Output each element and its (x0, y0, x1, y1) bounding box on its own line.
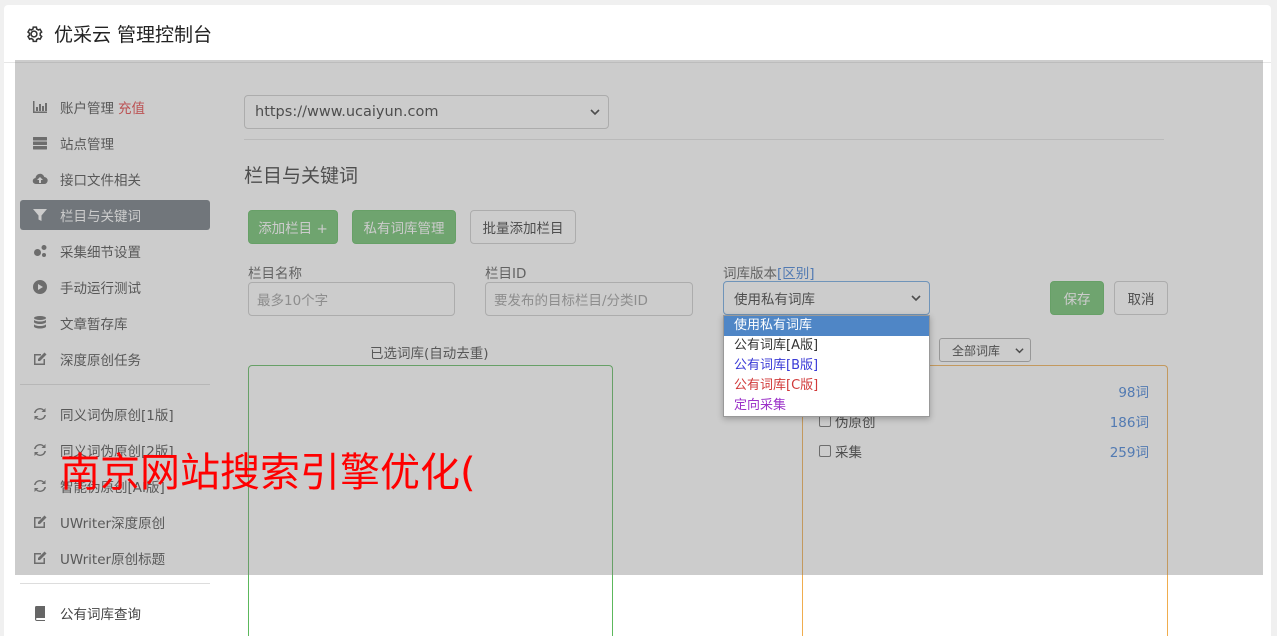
sidebar-item-public-lib[interactable]: 公有词库查询 (20, 598, 210, 628)
database-icon (32, 315, 48, 331)
play-circle-icon (32, 279, 48, 295)
sidebar-item-columns[interactable]: 栏目与关键词 (20, 200, 210, 230)
column-name-input[interactable]: 最多10个字 (248, 282, 455, 316)
recharge-link[interactable]: 充值 (118, 97, 145, 117)
sidebar-item-label: 栏目与关键词 (60, 209, 141, 225)
sidebar-item-label: 采集细节设置 (60, 245, 141, 261)
sidebar-item-label: UWriter深度原创 (60, 516, 166, 532)
edit-icon (32, 550, 48, 566)
site-select[interactable]: https://www.ucaiyun.com (244, 95, 609, 129)
sidebar-item-label: 账户管理 (60, 101, 114, 117)
column-name-label: 栏目名称 (248, 266, 302, 282)
sidebar-item-account[interactable]: 账户管理 充值 (20, 92, 210, 122)
sidebar-item-label: 站点管理 (60, 137, 114, 153)
refresh-icon (32, 406, 48, 422)
refresh-icon (32, 442, 48, 458)
sidebar-item-label: 深度原创任务 (60, 353, 141, 369)
lib-count: 186词 (1109, 415, 1149, 431)
sidebar-item-collect-settings[interactable]: 采集细节设置 (20, 236, 210, 266)
sidebar: 账户管理 充值 站点管理 接口文件相关 栏目与关键词 采集细节设置 手动运行测试… (20, 92, 210, 634)
sidebar-item-label: 同义词伪原创[1版] (60, 408, 174, 424)
selected-lib-title: 已选词库(自动去重) (370, 346, 489, 362)
refresh-icon (32, 478, 48, 494)
sidebar-item-label: 接口文件相关 (60, 173, 141, 189)
cogs-icon (32, 243, 48, 259)
list-item[interactable]: 采集 259词 (819, 440, 1149, 462)
column-id-input[interactable]: 要发布的目标栏目/分类ID (485, 282, 693, 316)
sidebar-item-interface[interactable]: 接口文件相关 (20, 164, 210, 194)
lib-version-label-text: 词库版本 (723, 266, 777, 282)
lib-filter-value: 全部词库 (952, 343, 1001, 358)
chevron-down-icon (590, 109, 600, 116)
selected-lib-box[interactable] (248, 365, 613, 636)
sidebar-item-label: 文章暂存库 (60, 317, 128, 333)
private-lib-button[interactable]: 私有词库管理 (352, 210, 456, 244)
sidebar-item-label: UWriter原创标题 (60, 552, 166, 568)
console-title: 优采云 管理控制台 (54, 24, 213, 46)
cloud-upload-icon (32, 171, 48, 187)
lib-version-select[interactable]: 使用私有词库 (723, 281, 930, 315)
sidebar-item-uwriter-deep[interactable]: UWriter深度原创 (20, 507, 210, 537)
lib-name: 采集 (835, 445, 862, 461)
gear-icon (27, 25, 43, 42)
server-icon (32, 135, 48, 151)
sidebar-item-deep-original[interactable]: 深度原创任务 (20, 344, 210, 374)
lib-count: 259词 (1109, 445, 1149, 461)
dropdown-option[interactable]: 公有词库[C版] (724, 376, 929, 396)
lib-version-value: 使用私有词库 (734, 292, 815, 308)
sidebar-item-article-store[interactable]: 文章暂存库 (20, 308, 210, 338)
add-column-button[interactable]: 添加栏目 + (248, 210, 338, 244)
site-select-value: https://www.ucaiyun.com (255, 104, 439, 120)
filter-icon (32, 207, 48, 223)
edit-icon (32, 514, 48, 530)
book-icon (32, 605, 48, 621)
batch-add-column-button[interactable]: 批量添加栏目 (470, 210, 576, 244)
chevron-down-icon (1015, 348, 1024, 354)
save-button[interactable]: 保存 (1050, 281, 1104, 315)
sidebar-item-label: 公有词库查询 (60, 607, 141, 623)
dropdown-option[interactable]: 公有词库[B版] (724, 356, 929, 376)
console-header: 优采云 管理控制台 (4, 5, 1271, 63)
chevron-down-icon (911, 295, 921, 302)
lib-checkbox[interactable] (819, 445, 831, 457)
sidebar-item-manual-run[interactable]: 手动运行测试 (20, 272, 210, 302)
section-title: 栏目与关键词 (244, 165, 359, 187)
lib-version-label: 词库版本[区别] (723, 262, 815, 282)
sidebar-item-synonym-v1[interactable]: 同义词伪原创[1版] (20, 399, 210, 429)
sidebar-item-uwriter-title[interactable]: UWriter原创标题 (20, 543, 210, 573)
diff-link[interactable]: [区别] (777, 266, 815, 282)
lib-version-dropdown: 使用私有词库 公有词库[A版] 公有词库[B版] 公有词库[C版] 定向采集 (723, 315, 930, 417)
watermark-text: 南京网站搜索引擎优化( (60, 450, 476, 496)
cancel-button[interactable]: 取消 (1114, 281, 1168, 315)
sidebar-item-sites[interactable]: 站点管理 (20, 128, 210, 158)
sidebar-divider (20, 583, 210, 584)
lib-count: 98词 (1118, 385, 1149, 401)
edit-icon (32, 351, 48, 367)
lib-filter-select[interactable]: 全部词库 (939, 338, 1031, 362)
dropdown-option[interactable]: 使用私有词库 (724, 316, 929, 336)
bar-chart-icon (32, 99, 48, 115)
section-divider (244, 139, 1164, 140)
sidebar-divider (20, 384, 210, 385)
dropdown-option[interactable]: 公有词库[A版] (724, 336, 929, 356)
sidebar-item-label: 手动运行测试 (60, 281, 141, 297)
column-id-label: 栏目ID (485, 266, 527, 282)
dropdown-option[interactable]: 定向采集 (724, 396, 929, 416)
